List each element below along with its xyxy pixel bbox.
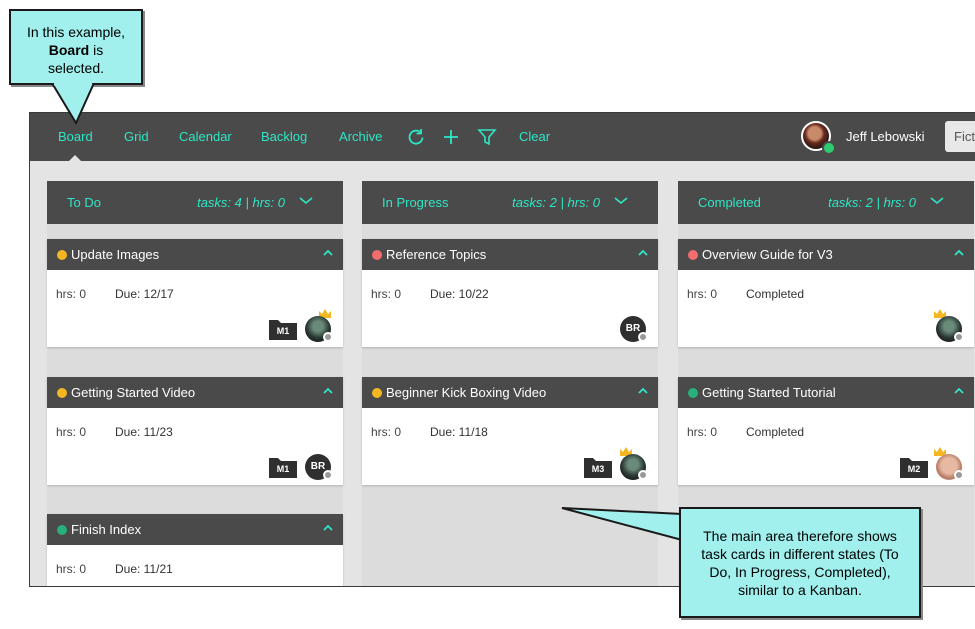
status-dot (57, 525, 67, 535)
filter-icon[interactable] (477, 127, 497, 147)
clear-button[interactable]: Clear (519, 113, 550, 161)
callout-after-bold: is (89, 42, 104, 58)
column-title: Completed (698, 195, 761, 210)
tab-calendar[interactable]: Calendar (179, 113, 232, 161)
top-navigation-bar: Board Grid Calendar Backlog Archive Clea… (30, 113, 975, 162)
kanban-callout: The main area therefore shows task cards… (679, 507, 921, 618)
card-due-date: Due: 11/21 (115, 562, 173, 576)
task-card[interactable]: Getting Started Tutorial hrs: 0 Complete… (678, 377, 974, 485)
card-title[interactable]: Overview Guide for V3 (702, 239, 833, 270)
card-header: Overview Guide for V3 (678, 239, 974, 270)
task-card[interactable]: Overview Guide for V3 hrs: 0 Completed (678, 239, 974, 347)
card-due-date: Due: 12/17 (115, 287, 174, 301)
column-stats: tasks: 4 | hrs: 0 (197, 195, 285, 210)
refresh-icon[interactable] (406, 127, 426, 147)
card-header: Reference Topics (362, 239, 658, 270)
card-due-date: Due: 11/23 (115, 425, 173, 439)
chevron-up-icon[interactable] (954, 387, 964, 395)
card-hours: hrs: 0 (56, 425, 87, 439)
card-due-date: Due: 11/18 (430, 425, 488, 439)
card-hours: hrs: 0 (687, 287, 718, 301)
card-header: Finish Index (47, 514, 343, 545)
callout-line-2: Board is (11, 41, 141, 59)
column-stats: tasks: 2 | hrs: 0 (512, 195, 600, 210)
tab-grid[interactable]: Grid (124, 113, 149, 161)
milestone-folder-icon[interactable]: M1 (269, 456, 297, 478)
chevron-up-icon[interactable] (323, 249, 333, 257)
callout-text: The main area therefore shows task cards… (701, 528, 899, 598)
task-card[interactable]: Getting Started Video hrs: 0 Due: 11/23 … (47, 377, 343, 485)
status-dot (372, 250, 382, 260)
card-title[interactable]: Update Images (71, 239, 159, 270)
presence-indicator (323, 332, 333, 342)
card-header: Getting Started Video (47, 377, 343, 408)
column-stats: tasks: 2 | hrs: 0 (828, 195, 916, 210)
milestone-label: M1 (276, 326, 290, 336)
callout-pointer (50, 83, 96, 126)
status-dot (57, 388, 67, 398)
card-due-date: Due: 10/22 (430, 287, 489, 301)
card-completed-status: Completed (746, 287, 805, 301)
card-hours: hrs: 0 (371, 287, 402, 301)
tab-backlog[interactable]: Backlog (261, 113, 307, 161)
card-title[interactable]: Getting Started Video (71, 377, 195, 408)
chevron-up-icon[interactable] (323, 524, 333, 532)
column-title: In Progress (382, 195, 449, 210)
task-card[interactable]: Beginner Kick Boxing Video hrs: 0 Due: 1… (362, 377, 658, 485)
card-title[interactable]: Getting Started Tutorial (702, 377, 836, 408)
column-header: Completed tasks: 2 | hrs: 0 (678, 181, 974, 224)
card-title[interactable]: Reference Topics (386, 239, 486, 270)
column-title: To Do (67, 195, 101, 210)
callout-bold: Board (48, 42, 90, 58)
card-hours: hrs: 0 (56, 287, 87, 301)
presence-indicator (323, 470, 333, 480)
chevron-down-icon[interactable] (930, 196, 944, 206)
status-dot (372, 388, 382, 398)
chevron-up-icon[interactable] (638, 387, 648, 395)
card-completed-status: Completed (746, 425, 805, 439)
chevron-down-icon[interactable] (614, 196, 628, 206)
column-header: In Progress tasks: 2 | hrs: 0 (362, 181, 658, 224)
card-title[interactable]: Finish Index (71, 514, 141, 545)
task-card[interactable]: Finish Index hrs: 0 Due: 11/21 (47, 514, 343, 586)
tab-archive[interactable]: Archive (339, 113, 382, 161)
milestone-folder-icon[interactable]: M1 (269, 318, 297, 340)
card-header: Getting Started Tutorial (678, 377, 974, 408)
online-status-indicator (822, 141, 836, 155)
chevron-up-icon[interactable] (638, 249, 648, 257)
card-hours: hrs: 0 (687, 425, 718, 439)
chevron-up-icon[interactable] (323, 387, 333, 395)
callout-line-3: selected. (47, 60, 105, 76)
column-header: To Do tasks: 4 | hrs: 0 (47, 181, 343, 224)
card-header: Beginner Kick Boxing Video (362, 377, 658, 408)
callout-line-1: In this example, (26, 24, 126, 40)
chevron-down-icon[interactable] (299, 196, 313, 206)
search-input[interactable]: Ficti (945, 121, 975, 152)
callout-pointer (561, 507, 683, 542)
status-dot (688, 388, 698, 398)
milestone-folder-icon[interactable]: M3 (584, 456, 612, 478)
card-header: Update Images (47, 239, 343, 270)
presence-indicator (954, 470, 964, 480)
task-card[interactable]: Update Images hrs: 0 Due: 12/17 M1 (47, 239, 343, 347)
card-hours: hrs: 0 (56, 562, 87, 576)
presence-indicator (638, 332, 648, 342)
chevron-up-icon[interactable] (954, 249, 964, 257)
user-name[interactable]: Jeff Lebowski (846, 113, 925, 161)
plus-icon[interactable] (441, 127, 461, 147)
milestone-label: M2 (907, 464, 921, 474)
status-dot (688, 250, 698, 260)
presence-indicator (954, 332, 964, 342)
presence-indicator (638, 470, 648, 480)
milestone-label: M1 (276, 464, 290, 474)
card-title[interactable]: Beginner Kick Boxing Video (386, 377, 546, 408)
status-dot (57, 250, 67, 260)
board-callout: In this example, Board is selected. (9, 9, 143, 85)
milestone-folder-icon[interactable]: M2 (900, 456, 928, 478)
milestone-label: M3 (591, 464, 605, 474)
card-hours: hrs: 0 (371, 425, 402, 439)
column-to-do: To Do tasks: 4 | hrs: 0 Update Images hr… (47, 181, 343, 586)
task-card[interactable]: Reference Topics hrs: 0 Due: 10/22 BR (362, 239, 658, 347)
